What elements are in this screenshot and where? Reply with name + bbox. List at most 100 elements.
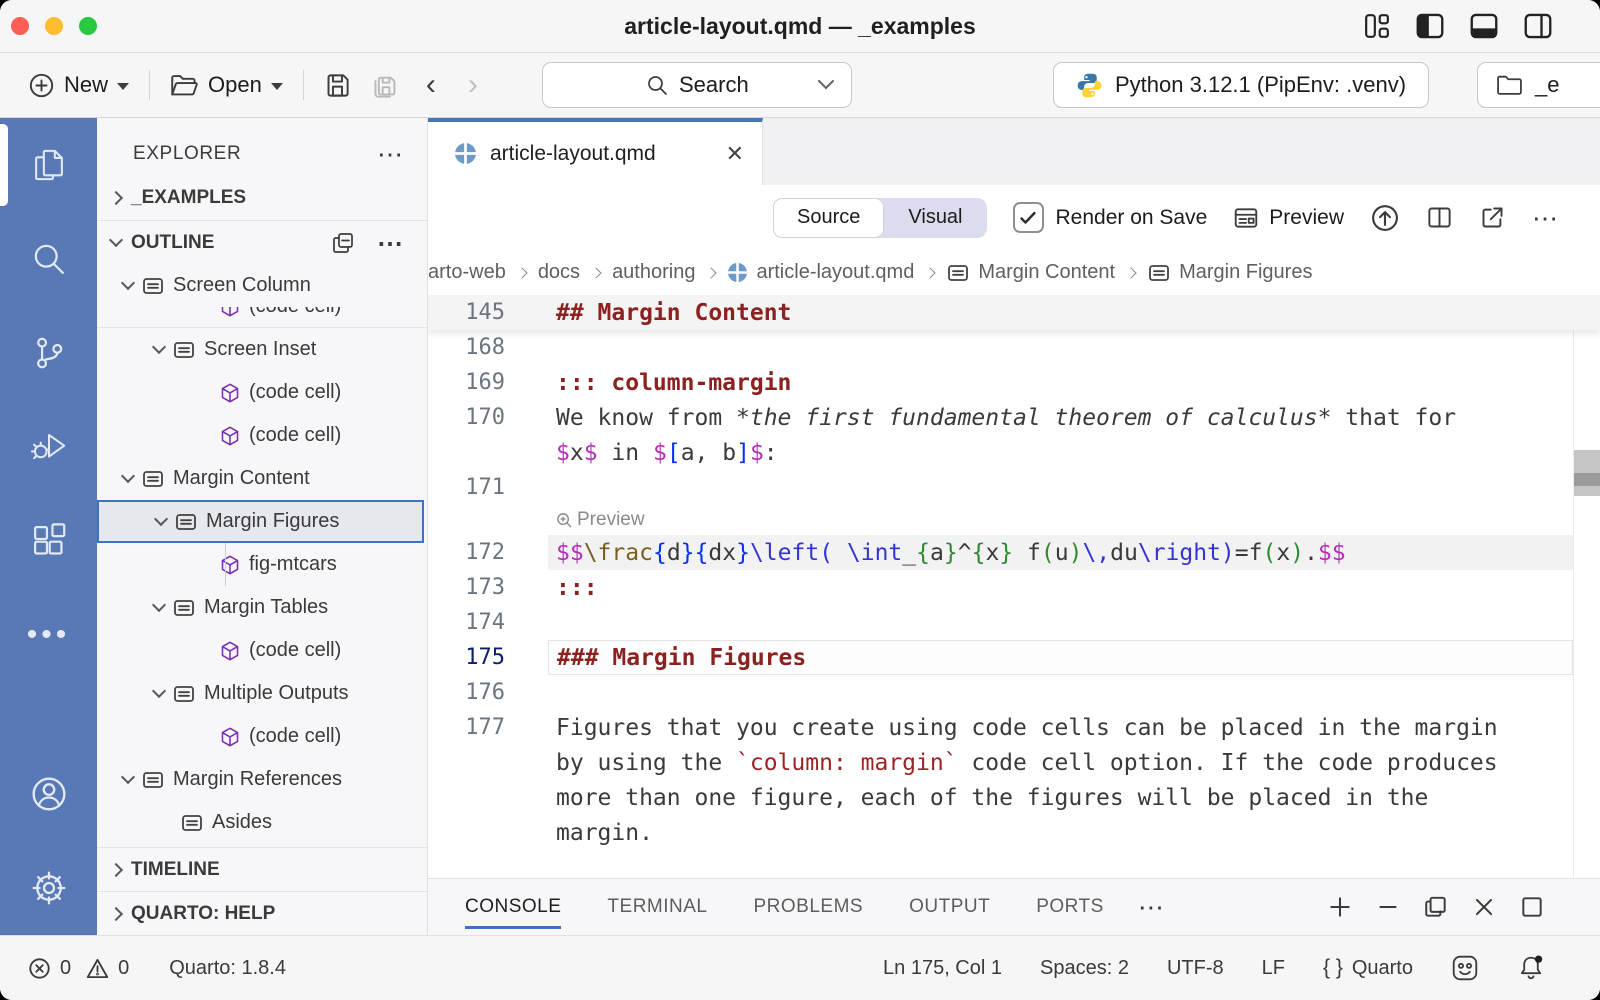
breadcrumb-separator [516,267,527,278]
code-line-170: 170We know from *the first fundamental t… [428,400,1600,435]
outline-item-asides[interactable]: Asides [97,801,427,844]
section-quarto-help[interactable]: QUARTO: HELP [97,891,427,935]
new-button[interactable]: New [18,72,139,99]
close-tab-icon[interactable]: ✕ [726,141,744,167]
visual-mode-button[interactable]: Visual [884,206,986,229]
panel-tab-output[interactable]: OUTPUT [909,879,990,935]
outline-item-screen-inset[interactable]: Screen Inset [97,328,427,371]
sidebar-item-more[interactable]: ••• [0,588,97,682]
breadcrumb-separator [1125,267,1136,278]
outline-item--code-cell-[interactable]: (code cell) [97,371,427,414]
indentation-status[interactable]: Spaces: 2 [1040,957,1129,980]
toggle-secondary-sidebar-icon[interactable] [1524,13,1552,39]
chevron-down-icon[interactable] [152,340,166,354]
breadcrumb-item[interactable]: Margin Figures [1147,261,1312,285]
section-outline[interactable]: OUTLINE ⋯ [97,220,427,264]
chevron-down-icon[interactable] [121,469,135,483]
feedback-button[interactable] [1451,954,1479,982]
navigate-forward-button[interactable]: › [452,68,494,102]
save-button[interactable] [314,72,361,99]
breadcrumb-item[interactable]: arto-web [428,261,506,284]
outline-item-margin-content[interactable]: Margin Content [97,457,427,500]
chevron-down-icon[interactable] [152,684,166,698]
section-symbol-icon [174,510,198,534]
encoding-status[interactable]: UTF-8 [1167,957,1224,980]
open-external-button[interactable] [1479,204,1506,231]
settings-button[interactable] [0,841,97,935]
outline-item--code-cell-[interactable]: (code cell) [97,414,427,457]
outline-item-margin-references[interactable]: Margin References [97,758,427,801]
code-editor[interactable]: 145## Margin Content 168169::: column-ma… [428,295,1600,878]
outline-item--code-cell-[interactable]: (code cell) [97,307,427,328]
source-mode-button[interactable]: Source [773,198,884,238]
problems-status[interactable]: 0 0 [28,957,129,980]
toggle-sidebar-icon[interactable] [1416,13,1444,39]
code-line-176: 176 [428,675,1600,710]
breadcrumb-item[interactable]: authoring [612,261,695,284]
outline-item-margin-figures[interactable]: Margin Figures [97,500,424,543]
chevron-down-icon [109,233,123,247]
section-symbol-icon [946,261,970,285]
language-mode-status[interactable]: { } Quarto [1323,956,1413,980]
toggle-panel-icon[interactable] [1470,13,1498,39]
new-terminal-icon[interactable] [1327,894,1353,920]
panel-tab-console[interactable]: CONSOLE [465,879,561,935]
bottom-panel: CONSOLE TERMINAL PROBLEMS OUTPUT PORTS ⋯ [428,878,1600,935]
account-button[interactable] [0,747,97,841]
workspace-button[interactable]: _e [1477,62,1600,108]
sidebar-item-search[interactable] [0,212,97,306]
code-lens-preview[interactable]: Preview [428,505,1600,535]
cursor-position-status[interactable]: Ln 175, Col 1 [883,957,1002,980]
editor-more-icon[interactable]: ⋯ [1532,213,1560,223]
section-timeline[interactable]: TIMELINE [97,847,427,891]
panel-tab-ports[interactable]: PORTS [1036,879,1104,935]
panel-tab-terminal[interactable]: TERMINAL [607,879,707,935]
activity-bar: ••• [0,118,97,935]
breadcrumb-item[interactable]: article-layout.qmd [727,261,914,284]
outline-item--code-cell-[interactable]: (code cell) [97,715,427,758]
chevron-down-icon[interactable] [121,276,135,290]
open-button[interactable]: Open [160,72,293,98]
render-button[interactable] [1370,203,1400,233]
sidebar-item-extensions[interactable] [0,494,97,588]
section-examples[interactable]: _EXAMPLES [97,176,427,220]
maximize-panel-icon[interactable] [1519,894,1545,920]
explorer-more-icon[interactable]: ⋯ [377,149,405,159]
split-editor-button[interactable] [1426,204,1453,231]
preview-button[interactable]: Preview [1233,205,1344,231]
outline-item-screen-column[interactable]: Screen Column [97,264,427,307]
quarto-version-status[interactable]: Quarto: 1.8.4 [169,957,286,980]
eol-status[interactable]: LF [1262,957,1285,980]
search-scope-caret[interactable] [817,79,835,91]
outline-more-icon[interactable]: ⋯ [377,238,405,248]
chevron-down-icon[interactable] [121,770,135,784]
breadcrumb-item[interactable]: docs [538,261,580,284]
sidebar-item-run-debug[interactable] [0,400,97,494]
minimize-panel-icon[interactable] [1375,894,1401,920]
render-on-save-checkbox[interactable] [1013,202,1044,233]
restore-panel-icon[interactable] [1423,894,1449,920]
customize-layout-icon[interactable] [1364,13,1390,39]
panel-more-icon[interactable]: ⋯ [1138,902,1166,912]
save-all-button[interactable] [361,72,410,99]
outline-item-margin-tables[interactable]: Margin Tables [97,586,427,629]
collapse-all-icon[interactable] [331,231,355,255]
sidebar-item-explorer[interactable] [0,118,97,212]
outline-item-multiple-outputs[interactable]: Multiple Outputs [97,672,427,715]
outline-item-fig-mtcars[interactable]: fig-mtcars [97,543,427,586]
close-panel-icon[interactable] [1471,894,1497,920]
notifications-button[interactable] [1517,954,1545,982]
search-input[interactable]: Search [542,62,852,108]
tab-article-layout[interactable]: article-layout.qmd ✕ [428,118,763,185]
editor-scrollbar[interactable] [1573,295,1600,878]
line-number: 168 [428,335,548,360]
panel-tab-problems[interactable]: PROBLEMS [754,879,864,935]
chevron-down-icon[interactable] [154,512,168,526]
python-interpreter-button[interactable]: Python 3.12.1 (PipEnv: .venv) [1053,62,1429,108]
outline-item--code-cell-[interactable]: (code cell) [97,629,427,672]
sidebar-item-source-control[interactable] [0,306,97,400]
sticky-scroll-line[interactable]: 145## Margin Content [428,295,1600,330]
navigate-back-button[interactable]: ‹ [410,68,452,102]
breadcrumb-item[interactable]: Margin Content [946,261,1115,285]
chevron-down-icon[interactable] [152,598,166,612]
